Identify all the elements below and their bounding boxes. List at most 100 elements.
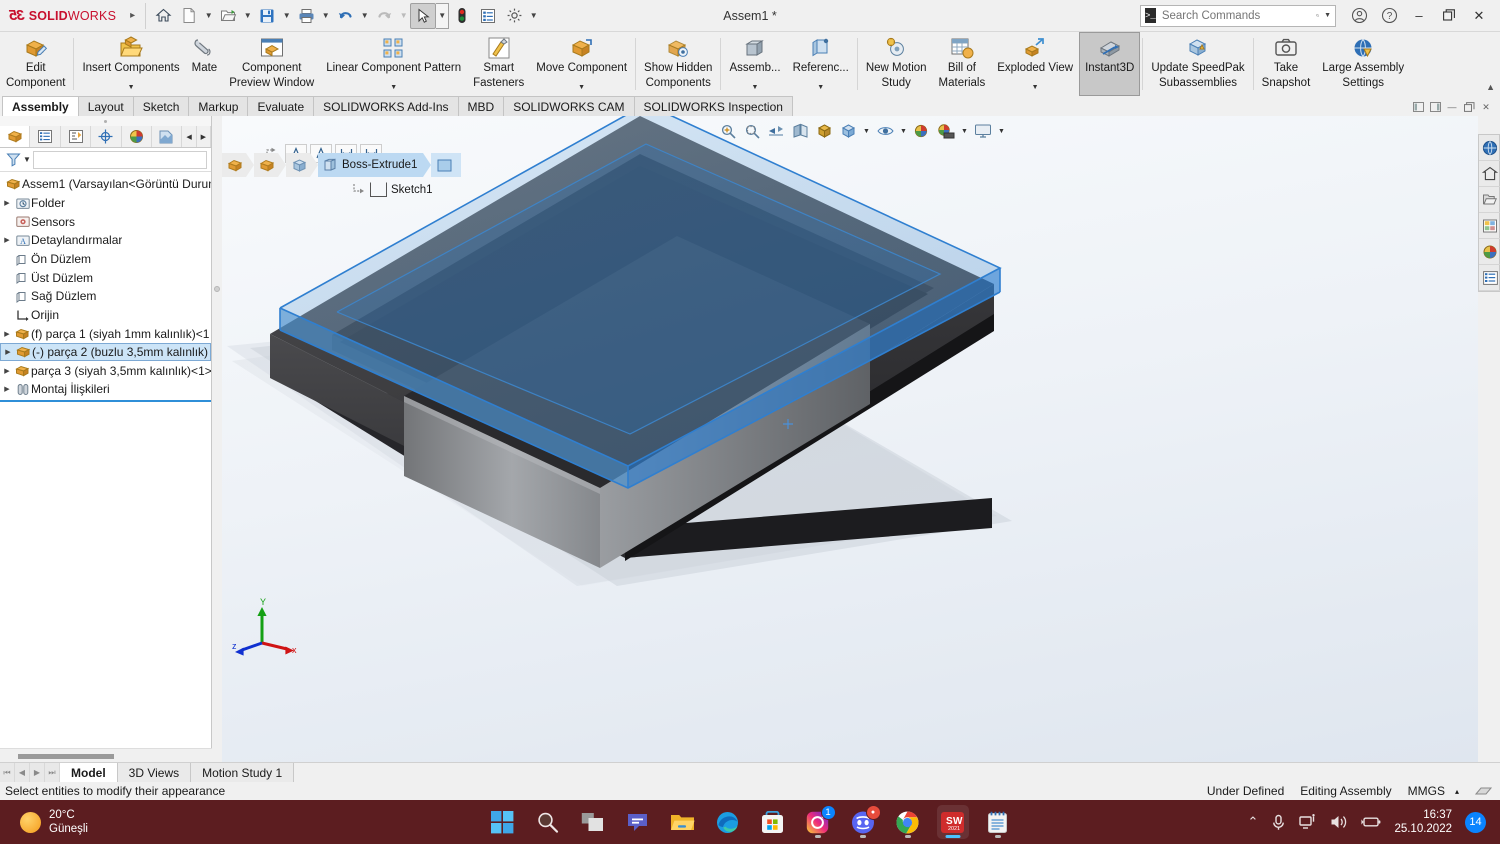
ribbon-button-update-speedpak[interactable]: Update SpeedPak Subassemblies — [1145, 32, 1250, 96]
panel-grip[interactable] — [0, 116, 211, 126]
ribbon-dropdown-caret-icon[interactable]: ▼ — [128, 84, 135, 91]
filter-caret-icon[interactable]: ▼ — [23, 155, 31, 164]
task-view-icon[interactable] — [577, 805, 609, 839]
tree-expand-arrow-icon[interactable]: ▶ — [0, 199, 14, 207]
tree-expand-arrow-icon[interactable]: ▶ — [0, 385, 14, 393]
ribbon-button-reference-geometry[interactable]: Referenc... ▼ — [787, 32, 855, 96]
property-manager-tab[interactable] — [30, 126, 61, 147]
model-viewport[interactable] — [222, 116, 1478, 762]
open-folder-icon[interactable] — [215, 3, 241, 29]
tree-item[interactable]: Sağ Düzlem — [0, 287, 211, 306]
select-caret[interactable]: ▼ — [436, 2, 450, 29]
options-list-icon[interactable] — [475, 3, 501, 29]
tree-item[interactable]: ▶ A Detaylandırmalar — [0, 231, 211, 250]
tab-solidworks-inspection[interactable]: SOLIDWORKS Inspection — [633, 96, 793, 116]
undo-icon[interactable] — [332, 3, 358, 29]
ribbon-button-show-hidden-components[interactable]: Show Hidden Components — [638, 32, 718, 96]
gear-icon[interactable] — [501, 3, 527, 29]
doc-minimize-button[interactable]: — — [1444, 100, 1460, 114]
bottom-tab-motion-study-1[interactable]: Motion Study 1 — [191, 763, 295, 782]
doc-close-button[interactable]: ✕ — [1478, 100, 1494, 114]
ribbon-button-bill-of-materials[interactable]: Bill of Materials — [933, 32, 992, 96]
pin-right-icon[interactable] — [1427, 100, 1443, 114]
ribbon-button-assembly-features[interactable]: Assemb... ▼ — [723, 32, 786, 96]
tree-item[interactable]: Üst Düzlem — [0, 268, 211, 287]
tree-filter-input[interactable] — [32, 150, 207, 169]
ribbon-button-edit-component[interactable]: Edit Component — [0, 32, 71, 96]
tree-item[interactable]: ▶ (-) parça 2 (buzlu 3,5mm kalınlık) — [0, 343, 211, 362]
start-button-icon[interactable] — [487, 805, 519, 839]
solidworks-resources-icon[interactable] — [1479, 135, 1500, 161]
bottom-tab-model[interactable]: Model — [60, 763, 118, 782]
google-chrome-icon[interactable] — [892, 805, 924, 839]
feature-manager-tab[interactable] — [0, 126, 31, 147]
tab-solidworks-cam[interactable]: SOLIDWORKS CAM — [503, 96, 635, 116]
microsoft-edge-icon[interactable] — [712, 805, 744, 839]
tab-assembly[interactable]: Assembly — [2, 96, 79, 116]
ribbon-button-instant3d[interactable]: Instant3D — [1079, 32, 1141, 96]
help-icon[interactable]: ? — [1374, 3, 1404, 29]
file-explorer-icon[interactable] — [667, 805, 699, 839]
status-units[interactable]: MMGS — [1408, 784, 1445, 798]
new-document-icon[interactable] — [176, 3, 202, 29]
tree-expand-arrow-icon[interactable]: ▶ — [1, 348, 15, 356]
next-tab-button[interactable]: ▶ — [30, 763, 45, 782]
pin-left-icon[interactable] — [1410, 100, 1426, 114]
discord-icon[interactable]: ● — [847, 805, 881, 839]
search-icon[interactable] — [532, 805, 564, 839]
appearances-tab[interactable] — [152, 126, 183, 147]
graphics-area[interactable]: ▼ ▼ ▼ ▼ Boss-Extrude1 Sketch1 Y x z — [222, 116, 1478, 762]
tab-mbd[interactable]: MBD — [457, 96, 505, 116]
panel-splitter[interactable] — [212, 116, 222, 762]
restore-button[interactable] — [1434, 3, 1464, 29]
tab-solidworks-add-ins[interactable]: SOLIDWORKS Add-Ins — [313, 96, 459, 116]
file-explorer-icon[interactable] — [1479, 187, 1500, 213]
print-icon[interactable] — [293, 3, 319, 29]
user-account-icon[interactable] — [1344, 3, 1374, 29]
tree-item[interactable]: Assem1 (Varsayılan<Görüntü Durum — [0, 175, 211, 194]
home-icon[interactable] — [150, 3, 176, 29]
notepad-icon[interactable] — [982, 805, 1014, 839]
new-document-caret[interactable]: ▼ — [202, 3, 215, 29]
ribbon-button-exploded-view[interactable]: Exploded View ▼ — [991, 32, 1079, 96]
tree-item[interactable]: Sensors — [0, 212, 211, 231]
ribbon-button-linear-pattern[interactable]: Linear Component Pattern ▼ — [320, 32, 467, 96]
sensor-status-icon[interactable] — [1475, 785, 1492, 798]
first-tab-button[interactable]: ⏮ — [0, 763, 15, 782]
design-library-icon[interactable] — [1479, 161, 1500, 187]
tree-item[interactable]: ▶ (f) parça 1 (siyah 1mm kalınlık)<1 — [0, 325, 211, 344]
doc-restore-button[interactable] — [1461, 100, 1477, 114]
display-manager-tab[interactable] — [122, 126, 153, 147]
ribbon-button-new-motion-study[interactable]: New Motion Study — [860, 32, 933, 96]
dimxpert-manager-tab[interactable] — [91, 126, 122, 147]
collapse-ribbon-icon[interactable]: ▲ — [1486, 82, 1495, 92]
save-caret[interactable]: ▼ — [280, 3, 293, 29]
configuration-manager-tab[interactable] — [61, 126, 92, 147]
prev-tab-button[interactable]: ◀ — [15, 763, 30, 782]
tab-markup[interactable]: Markup — [188, 96, 249, 116]
close-button[interactable]: ✕ — [1464, 3, 1494, 29]
view-palette-icon[interactable] — [1479, 213, 1500, 239]
search-caret[interactable]: ▼ — [1324, 12, 1331, 19]
ribbon-button-large-assembly-settings[interactable]: Large Assembly Settings — [1316, 32, 1410, 96]
open-folder-caret[interactable]: ▼ — [241, 3, 254, 29]
tab-layout[interactable]: Layout — [77, 96, 134, 116]
save-icon[interactable] — [254, 3, 280, 29]
bottom-tab-3d-views[interactable]: 3D Views — [117, 763, 192, 782]
tree-item[interactable]: ▶ Folder — [0, 194, 211, 213]
tree-horizontal-scrollbar[interactable] — [0, 748, 212, 762]
ribbon-dropdown-caret-icon[interactable]: ▼ — [817, 84, 824, 91]
tab-sketch[interactable]: Sketch — [132, 96, 190, 116]
tree-item[interactable]: Orijin — [0, 306, 211, 325]
microsoft-store-icon[interactable] — [757, 805, 789, 839]
search-commands-box[interactable]: >_ ▼ — [1140, 4, 1336, 27]
ribbon-button-move-component[interactable]: Move Component ▼ — [530, 32, 633, 96]
ribbon-dropdown-caret-icon[interactable]: ▼ — [578, 84, 585, 91]
instagram-icon[interactable]: 1 — [802, 805, 836, 839]
options-caret[interactable]: ▼ — [527, 3, 540, 29]
last-tab-button[interactable]: ⏭ — [45, 763, 60, 782]
ribbon-dropdown-caret-icon[interactable]: ▼ — [752, 84, 759, 91]
appearances-scenes-decals-icon[interactable] — [1479, 239, 1500, 265]
tree-item[interactable]: ▶ Montaj İlişkileri — [0, 380, 211, 399]
ribbon-button-take-snapshot[interactable]: Take Snapshot — [1256, 32, 1317, 96]
